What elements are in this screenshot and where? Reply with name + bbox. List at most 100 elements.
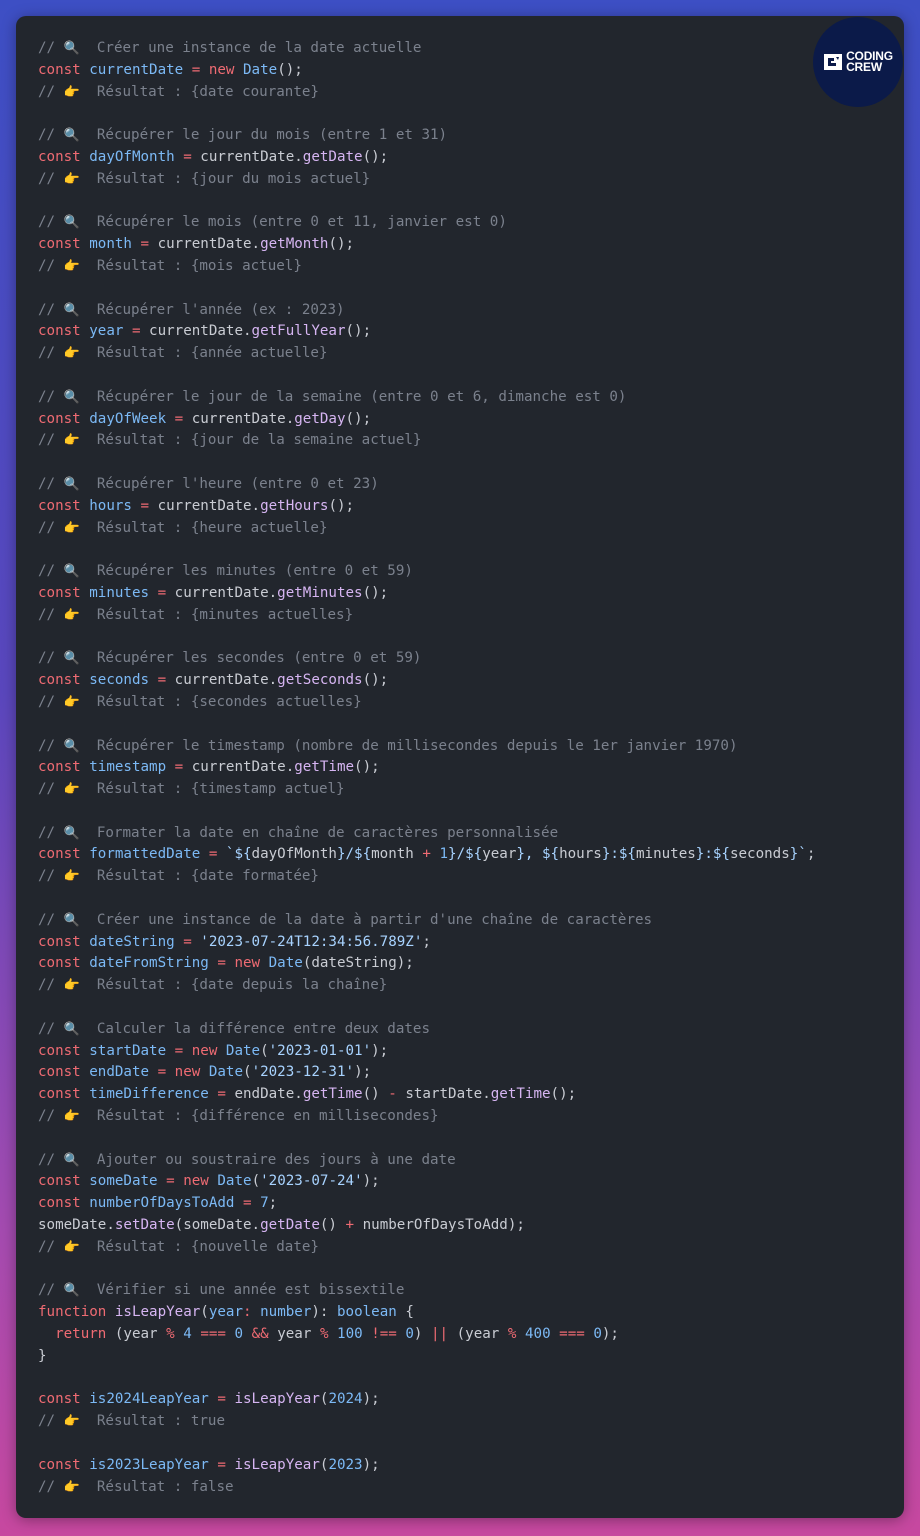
- code-operator: =: [166, 410, 192, 427]
- code-keyword: function: [38, 1304, 115, 1321]
- code-operator: ===: [559, 1326, 594, 1343]
- pointing-hand-icon: 👉: [63, 84, 80, 100]
- code-operator: =: [166, 1042, 192, 1059]
- code-comment: Récupérer les secondes (entre 0 et 59): [79, 650, 422, 667]
- code-identifier: formattedDate: [89, 846, 201, 863]
- code-text: currentDate.: [191, 410, 295, 427]
- pointing-hand-icon: 👉: [63, 520, 80, 536]
- code-comment: //: [38, 345, 64, 362]
- code-comment: //: [38, 257, 64, 274]
- code-comment: //: [38, 737, 64, 754]
- magnifier-icon: 🔍: [63, 651, 80, 667]
- pointing-hand-icon: 👉: [63, 869, 80, 885]
- code-line: // 🔍 Récupérer le jour de la semaine (en…: [38, 387, 815, 409]
- code-text: );: [354, 1064, 372, 1081]
- code-text: year: [482, 846, 517, 863]
- code-string: '2023-07-24T12:34:56.789Z': [200, 933, 423, 950]
- code-identifier: someDate: [89, 1173, 158, 1190]
- code-operator: =: [208, 1086, 235, 1103]
- code-comment: Résultat : {date depuis la chaîne}: [79, 977, 388, 994]
- code-line: // 🔍 Vérifier si une année est bissextil…: [38, 1280, 815, 1302]
- code-line: // 👉 Résultat : true: [38, 1411, 815, 1433]
- code-string: '2023-07-24': [260, 1173, 363, 1190]
- logo-text-line2: CREW: [846, 60, 882, 74]
- pointing-hand-icon: 👉: [63, 258, 80, 274]
- code-text: currentDate.: [200, 148, 303, 165]
- code-text: hours: [559, 846, 602, 863]
- code-function: getDate: [260, 1217, 320, 1234]
- code-line: // 👉 Résultat : {jour du mois actuel}: [38, 169, 815, 191]
- code-number: 2023: [328, 1456, 363, 1473]
- code-keyword: const: [38, 1042, 90, 1059]
- code-text: ;: [422, 933, 431, 950]
- code-text: ;: [806, 846, 816, 863]
- code-comment: Récupérer les minutes (entre 0 et 59): [79, 563, 413, 580]
- code-operator: %: [166, 1326, 184, 1343]
- code-text: ();: [362, 148, 389, 165]
- code-line: const formattedDate = `${dayOfMonth}/${m…: [38, 844, 815, 866]
- code-line: // 🔍 Calculer la différence entre deux d…: [38, 1019, 815, 1041]
- magnifier-icon: 🔍: [63, 215, 80, 231]
- code-identifier: startDate: [89, 1042, 167, 1059]
- code-comment: Créer une instance de la date à partir d…: [79, 911, 653, 928]
- code-line: // 👉 Résultat : {mois actuel}: [38, 256, 815, 278]
- code-line: // 👉 Résultat : {minutes actuelles}: [38, 605, 815, 627]
- code-operator: =: [234, 1195, 261, 1212]
- code-text: month: [371, 846, 423, 863]
- code-string: '2023-01-01': [268, 1042, 372, 1059]
- code-class: Date: [225, 1042, 261, 1059]
- code-comment: Récupérer l'heure (entre 0 et 23): [79, 475, 379, 492]
- code-comment: Résultat : {minutes actuelles}: [79, 606, 354, 623]
- code-line: // 🔍 Récupérer le jour du mois (entre 1 …: [38, 125, 815, 147]
- code-keyword: const: [38, 497, 90, 514]
- code-line: const dateFromString = new Date(dateStri…: [38, 953, 815, 975]
- code-operator: :: [243, 1304, 261, 1321]
- code-text: currentDate.: [149, 323, 252, 340]
- code-line: const numberOfDaysToAdd = 7;: [38, 1193, 815, 1215]
- code-text: someDate.: [38, 1217, 115, 1234]
- code-number: 0: [593, 1326, 602, 1343]
- code-keyword: new: [234, 955, 269, 972]
- code-text: seconds: [729, 846, 790, 863]
- code-comment: //: [38, 475, 64, 492]
- code-identifier: endDate: [89, 1064, 150, 1081]
- code-line: // 🔍 Récupérer l'heure (entre 0 et 23): [38, 474, 815, 496]
- code-line: // 🔍 Créer une instance de la date actue…: [38, 38, 815, 60]
- code-keyword: new: [208, 61, 244, 78]
- code-text: ();: [277, 61, 303, 78]
- code-operator: =: [157, 1173, 184, 1190]
- code-line: someDate.setDate(someDate.getDate() + nu…: [38, 1215, 815, 1237]
- code-keyword: const: [38, 1391, 90, 1408]
- code-comment: Résultat : {mois actuel}: [79, 257, 302, 274]
- code-comment: Récupérer le jour de la semaine (entre 0…: [79, 388, 627, 405]
- code-class: Date: [243, 61, 278, 78]
- code-line: // 🔍 Récupérer le timestamp (nombre de m…: [38, 736, 815, 758]
- code-function: getMinutes: [277, 584, 363, 601]
- code-operator: =: [174, 933, 201, 950]
- code-comment: Formater la date en chaîne de caractères…: [79, 824, 559, 841]
- code-comment: //: [38, 911, 64, 928]
- code-line: // 👉 Résultat : {jour de la semaine actu…: [38, 430, 815, 452]
- code-identifier: dayOfWeek: [89, 410, 167, 427]
- code-line: const is2024LeapYear = isLeapYear(2024);: [38, 1389, 815, 1411]
- code-operator: %: [507, 1326, 525, 1343]
- code-line: function isLeapYear(year: number): boole…: [38, 1302, 815, 1324]
- code-identifier: minutes: [89, 584, 150, 601]
- code-string: }/${: [448, 846, 483, 863]
- code-class: Date: [217, 1173, 252, 1190]
- code-keyword: const: [38, 1173, 90, 1190]
- code-identifier: year: [89, 323, 124, 340]
- code-block: // 🔍 Créer une instance de la date actue…: [38, 38, 815, 1498]
- code-keyword: const: [38, 584, 90, 601]
- code-operator: =: [208, 1391, 235, 1408]
- code-number: 400: [524, 1326, 560, 1343]
- code-text: (year: [114, 1326, 167, 1343]
- code-identifier: timestamp: [89, 759, 167, 776]
- pointing-hand-icon: 👉: [63, 607, 80, 623]
- code-keyword: return: [55, 1326, 115, 1343]
- code-text: startDate.: [405, 1086, 491, 1103]
